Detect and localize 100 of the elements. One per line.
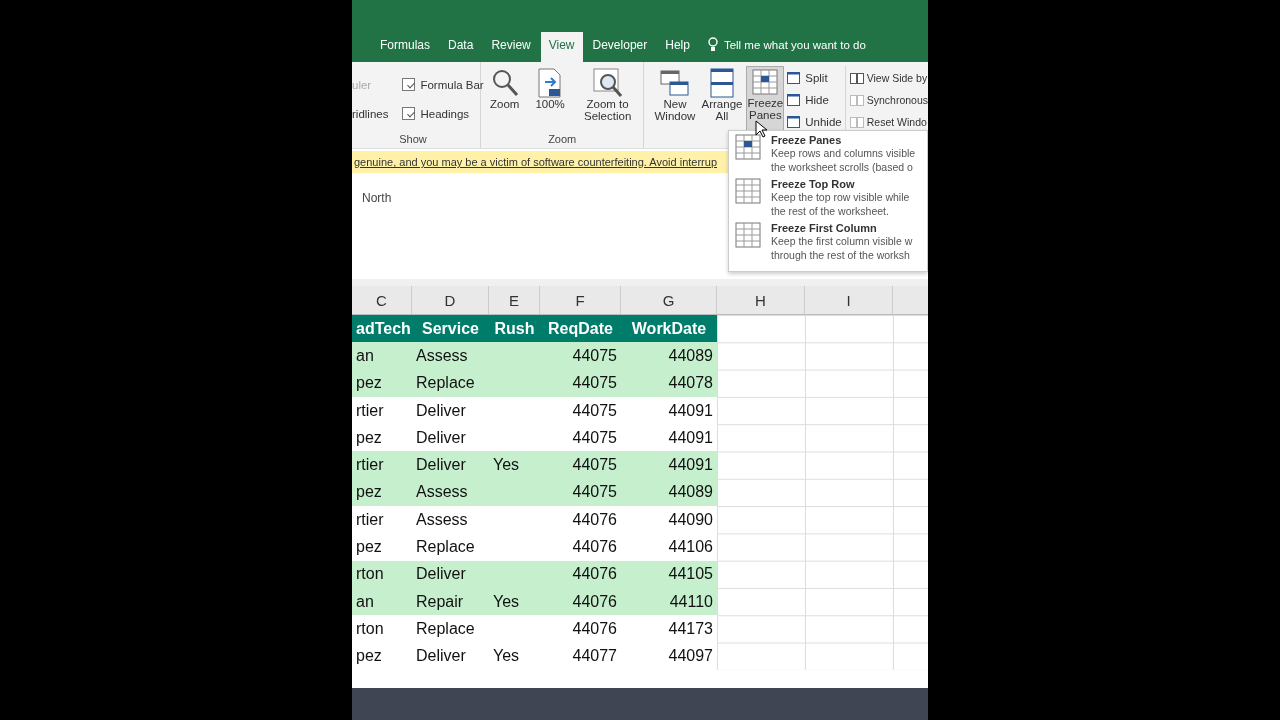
table-header-cell: WorkDate <box>621 315 717 343</box>
ribbon-button[interactable]: Hide <box>787 90 842 110</box>
checkbox[interactable] <box>402 78 416 91</box>
table-cell-text: Yes <box>492 646 521 667</box>
table-cell-text: 44089 <box>667 482 714 503</box>
freeze-option-icon <box>735 134 761 162</box>
freeze-option-icon <box>735 178 761 206</box>
table-cell-text: Assess <box>415 509 469 530</box>
windows-icon <box>659 68 690 98</box>
page-arrow-icon <box>537 68 564 98</box>
table-cell-text: 44106 <box>667 537 714 557</box>
table-cell-text: Repair <box>415 591 465 612</box>
table-cell-text: Yes <box>492 455 521 476</box>
column-header[interactable]: H <box>717 286 805 314</box>
side-by-side-icon <box>849 94 864 106</box>
table-cell-text: 44075 <box>571 345 618 366</box>
checkbox-label[interactable]: Headings <box>420 107 470 120</box>
table-cell-text: rtier <box>355 455 385 476</box>
table-cell-text: pez <box>355 482 383 503</box>
table-header-cell: adTech <box>352 315 412 343</box>
table-cell-text: 44091 <box>667 455 714 476</box>
menu-description: Keep the top row visible while <box>771 190 910 204</box>
table-cell-text: 44097 <box>667 646 714 667</box>
window-icon <box>787 116 801 128</box>
table-cell-text: pez <box>355 646 383 667</box>
table-cell-text: Deliver <box>415 564 467 585</box>
ribbon-tab[interactable]: View <box>540 32 583 62</box>
ribbon-button[interactable]: Zoom <box>487 66 523 133</box>
ribbon-button[interactable]: Arrange All <box>700 66 744 148</box>
ribbon-button[interactable]: Zoom to Selection <box>577 66 638 133</box>
formula-bar-value: North <box>362 191 392 205</box>
ribbon-tab[interactable]: Review <box>483 32 539 58</box>
ribbon-button[interactable]: 100% <box>532 66 568 133</box>
column-header[interactable]: C <box>352 286 412 314</box>
zoom-icon <box>490 68 519 98</box>
table-cell-text: Deliver <box>415 646 467 667</box>
side-by-side-icon <box>849 72 864 84</box>
menu-description: the rest of the worksheet. <box>771 204 890 218</box>
table-cell-text: rtier <box>355 400 385 421</box>
group-label: Zoom <box>547 133 578 147</box>
lightbulb-icon <box>707 37 718 52</box>
table-cell-text: rtier <box>355 509 385 530</box>
table-cell-text: 44091 <box>667 427 714 448</box>
table-cell-text: 44076 <box>571 537 618 557</box>
table-header-cell: Rush <box>489 315 540 343</box>
table-cell-text: Replace <box>415 373 476 394</box>
table-header-cell: Service <box>412 315 489 343</box>
table-cell-text: 44173 <box>667 618 714 639</box>
table-cell-text: pez <box>355 537 383 557</box>
column-header[interactable]: E <box>489 286 540 314</box>
ribbon-button[interactable]: View Side by <box>849 68 928 88</box>
column-header[interactable]: G <box>621 286 717 314</box>
table-cell-text: pez <box>355 373 383 394</box>
menu-item[interactable]: Freeze First Column <box>771 222 913 234</box>
side-by-side-icon <box>849 116 864 128</box>
window-icon <box>787 72 801 84</box>
column-header[interactable]: D <box>412 286 489 314</box>
window-icon <box>787 94 801 106</box>
table-cell-text: an <box>355 345 375 366</box>
table-cell-text: 44075 <box>571 455 618 476</box>
ribbon-tab[interactable]: Formulas <box>372 32 438 58</box>
table-cell-text: Replace <box>415 537 476 557</box>
table-cell-text: 44076 <box>571 564 618 585</box>
table-cell-text: 44075 <box>571 427 618 448</box>
table-cell-text: 44105 <box>667 564 714 585</box>
table-cell-text: pez <box>355 427 383 448</box>
table-cell-text: 44075 <box>571 482 618 503</box>
table-cell-text: Replace <box>415 618 476 639</box>
table-cell-text: Assess <box>415 345 469 366</box>
table-cell-text: 44075 <box>571 373 618 394</box>
ribbon-tab[interactable]: Developer <box>584 32 656 58</box>
menu-item[interactable]: Freeze Top Row <box>771 178 910 190</box>
arrange-icon <box>709 68 735 98</box>
table-cell-text: 44077 <box>571 646 618 667</box>
checkbox[interactable] <box>402 107 416 120</box>
table-cell-text: 44089 <box>667 345 714 366</box>
menu-description: the worksheet scrolls (based o <box>771 160 914 174</box>
checkbox-label[interactable]: Formula Bar <box>420 78 484 91</box>
table-cell-text: Deliver <box>415 400 467 421</box>
table-cell-text: an <box>355 591 375 612</box>
ribbon-tab[interactable]: Help <box>657 32 698 58</box>
menu-description: through the rest of the worksh <box>771 248 911 262</box>
ribbon-button[interactable]: New Window <box>652 66 698 148</box>
zoom-grid-icon <box>592 68 623 98</box>
table-cell-text: rton <box>355 564 385 585</box>
column-header[interactable]: F <box>540 286 621 314</box>
freeze-panes-icon <box>752 69 779 97</box>
checkbox-label[interactable]: ridlines <box>352 107 389 120</box>
freeze-option-icon <box>735 222 761 250</box>
table-cell-text: 44078 <box>667 373 714 394</box>
ribbon-button[interactable]: Split <box>787 68 842 88</box>
tell-me-search[interactable]: Tell me what you want to do <box>723 38 866 51</box>
table-cell-text: rton <box>355 618 385 639</box>
table-cell-text: Deliver <box>415 455 467 476</box>
table-cell-text: 44110 <box>668 591 714 612</box>
group-label: Show <box>398 133 428 147</box>
table-cell-text: 44076 <box>571 618 618 639</box>
column-header[interactable]: I <box>805 286 893 314</box>
ribbon-tab[interactable]: Data <box>440 32 482 58</box>
table-cell-text: Assess <box>415 482 469 503</box>
